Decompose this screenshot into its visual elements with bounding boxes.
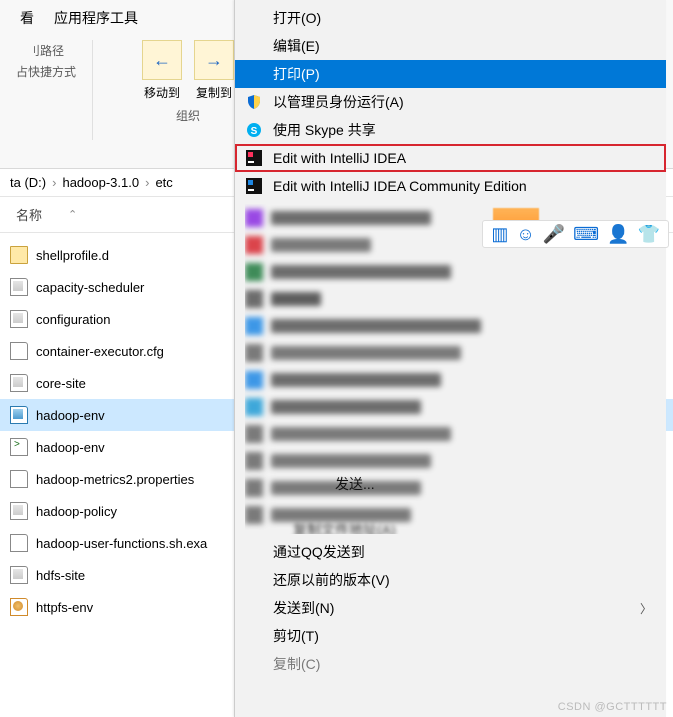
ribbon-shortcut-label: 占快捷方式: [10, 61, 82, 82]
file-icon: [10, 502, 28, 520]
keyboard-icon[interactable]: ⌨: [573, 225, 599, 243]
file-icon: [10, 470, 28, 488]
chevron-right-icon: ›: [145, 175, 149, 190]
folder-icon: [10, 246, 28, 264]
cm-copy-address[interactable]: 复制文件地址(A): [293, 520, 396, 534]
cm-intellij-ce[interactable]: Edit with IntelliJ IDEA Community Editio…: [235, 172, 666, 200]
file-icon: [10, 342, 28, 360]
cm-run-as-admin[interactable]: 以管理员身份运行(A): [235, 88, 666, 116]
ribbon-tab-app-tools[interactable]: 应用程序工具: [44, 4, 148, 32]
file-icon: [10, 374, 28, 392]
context-menu: 打开(O) 编辑(E) 打印(P) 以管理员身份运行(A) S 使用 Skype…: [234, 0, 666, 717]
shield-icon: [245, 93, 263, 111]
chevron-right-icon: ›: [52, 175, 56, 190]
file-icon: [10, 278, 28, 296]
copy-to-icon: →: [194, 40, 234, 80]
cm-edit[interactable]: 编辑(E): [235, 32, 666, 60]
cm-restore-versions[interactable]: 还原以前的版本(V): [235, 566, 666, 594]
person-icon[interactable]: 👤: [607, 225, 629, 243]
breadcrumb-seg-drive[interactable]: ta (D:): [10, 175, 46, 190]
cm-skype-share[interactable]: S 使用 Skype 共享: [235, 116, 666, 144]
cm-send-to[interactable]: 发送到(N)〉: [235, 594, 666, 622]
cmd-file-icon: [10, 406, 28, 424]
breadcrumb-seg-hadoop[interactable]: hadoop-3.1.0: [62, 175, 139, 190]
cm-intellij[interactable]: Edit with IntelliJ IDEA: [235, 144, 666, 172]
skype-icon: S: [245, 121, 263, 139]
svg-text:S: S: [251, 126, 258, 137]
file-icon: [10, 566, 28, 584]
cm-send-partial[interactable]: 发送...: [335, 474, 375, 494]
intellij-ce-icon: [245, 177, 263, 195]
web-file-icon: [10, 598, 28, 616]
sort-caret-icon: ⌃: [68, 208, 77, 221]
shirt-icon[interactable]: 👕: [638, 225, 660, 243]
smiley-icon[interactable]: ☺: [516, 225, 534, 243]
cm-qq-send[interactable]: 通过QQ发送到: [235, 538, 666, 566]
cm-open[interactable]: 打开(O): [235, 4, 666, 32]
cm-copy[interactable]: 复制(C): [235, 650, 666, 678]
move-to-icon: ←: [142, 40, 182, 80]
blurred-menu-region: 发送... 复制文件地址(A): [245, 204, 656, 534]
cm-cut[interactable]: 剪切(T): [235, 622, 666, 650]
ime-toolbar[interactable]: ▥ ☺ 🎤 ⌨ 👤 👕: [482, 220, 669, 248]
file-icon: [10, 534, 28, 552]
intellij-icon: [245, 149, 263, 167]
watermark: CSDN @GCTTTTTT: [558, 701, 667, 713]
sh-file-icon: [10, 438, 28, 456]
breadcrumb-seg-etc[interactable]: etc: [155, 175, 172, 190]
file-icon: [10, 310, 28, 328]
move-to-button[interactable]: ← 移动到: [140, 40, 184, 101]
mic-icon[interactable]: 🎤: [543, 225, 565, 243]
page-icon[interactable]: ▥: [491, 225, 508, 243]
chevron-right-icon: 〉: [640, 600, 652, 617]
copy-to-button[interactable]: → 复制到: [192, 40, 236, 101]
ribbon-tab-view[interactable]: 看: [10, 4, 44, 32]
cm-print[interactable]: 打印(P): [235, 60, 666, 88]
ribbon-path-label: 刂路径: [10, 40, 82, 61]
